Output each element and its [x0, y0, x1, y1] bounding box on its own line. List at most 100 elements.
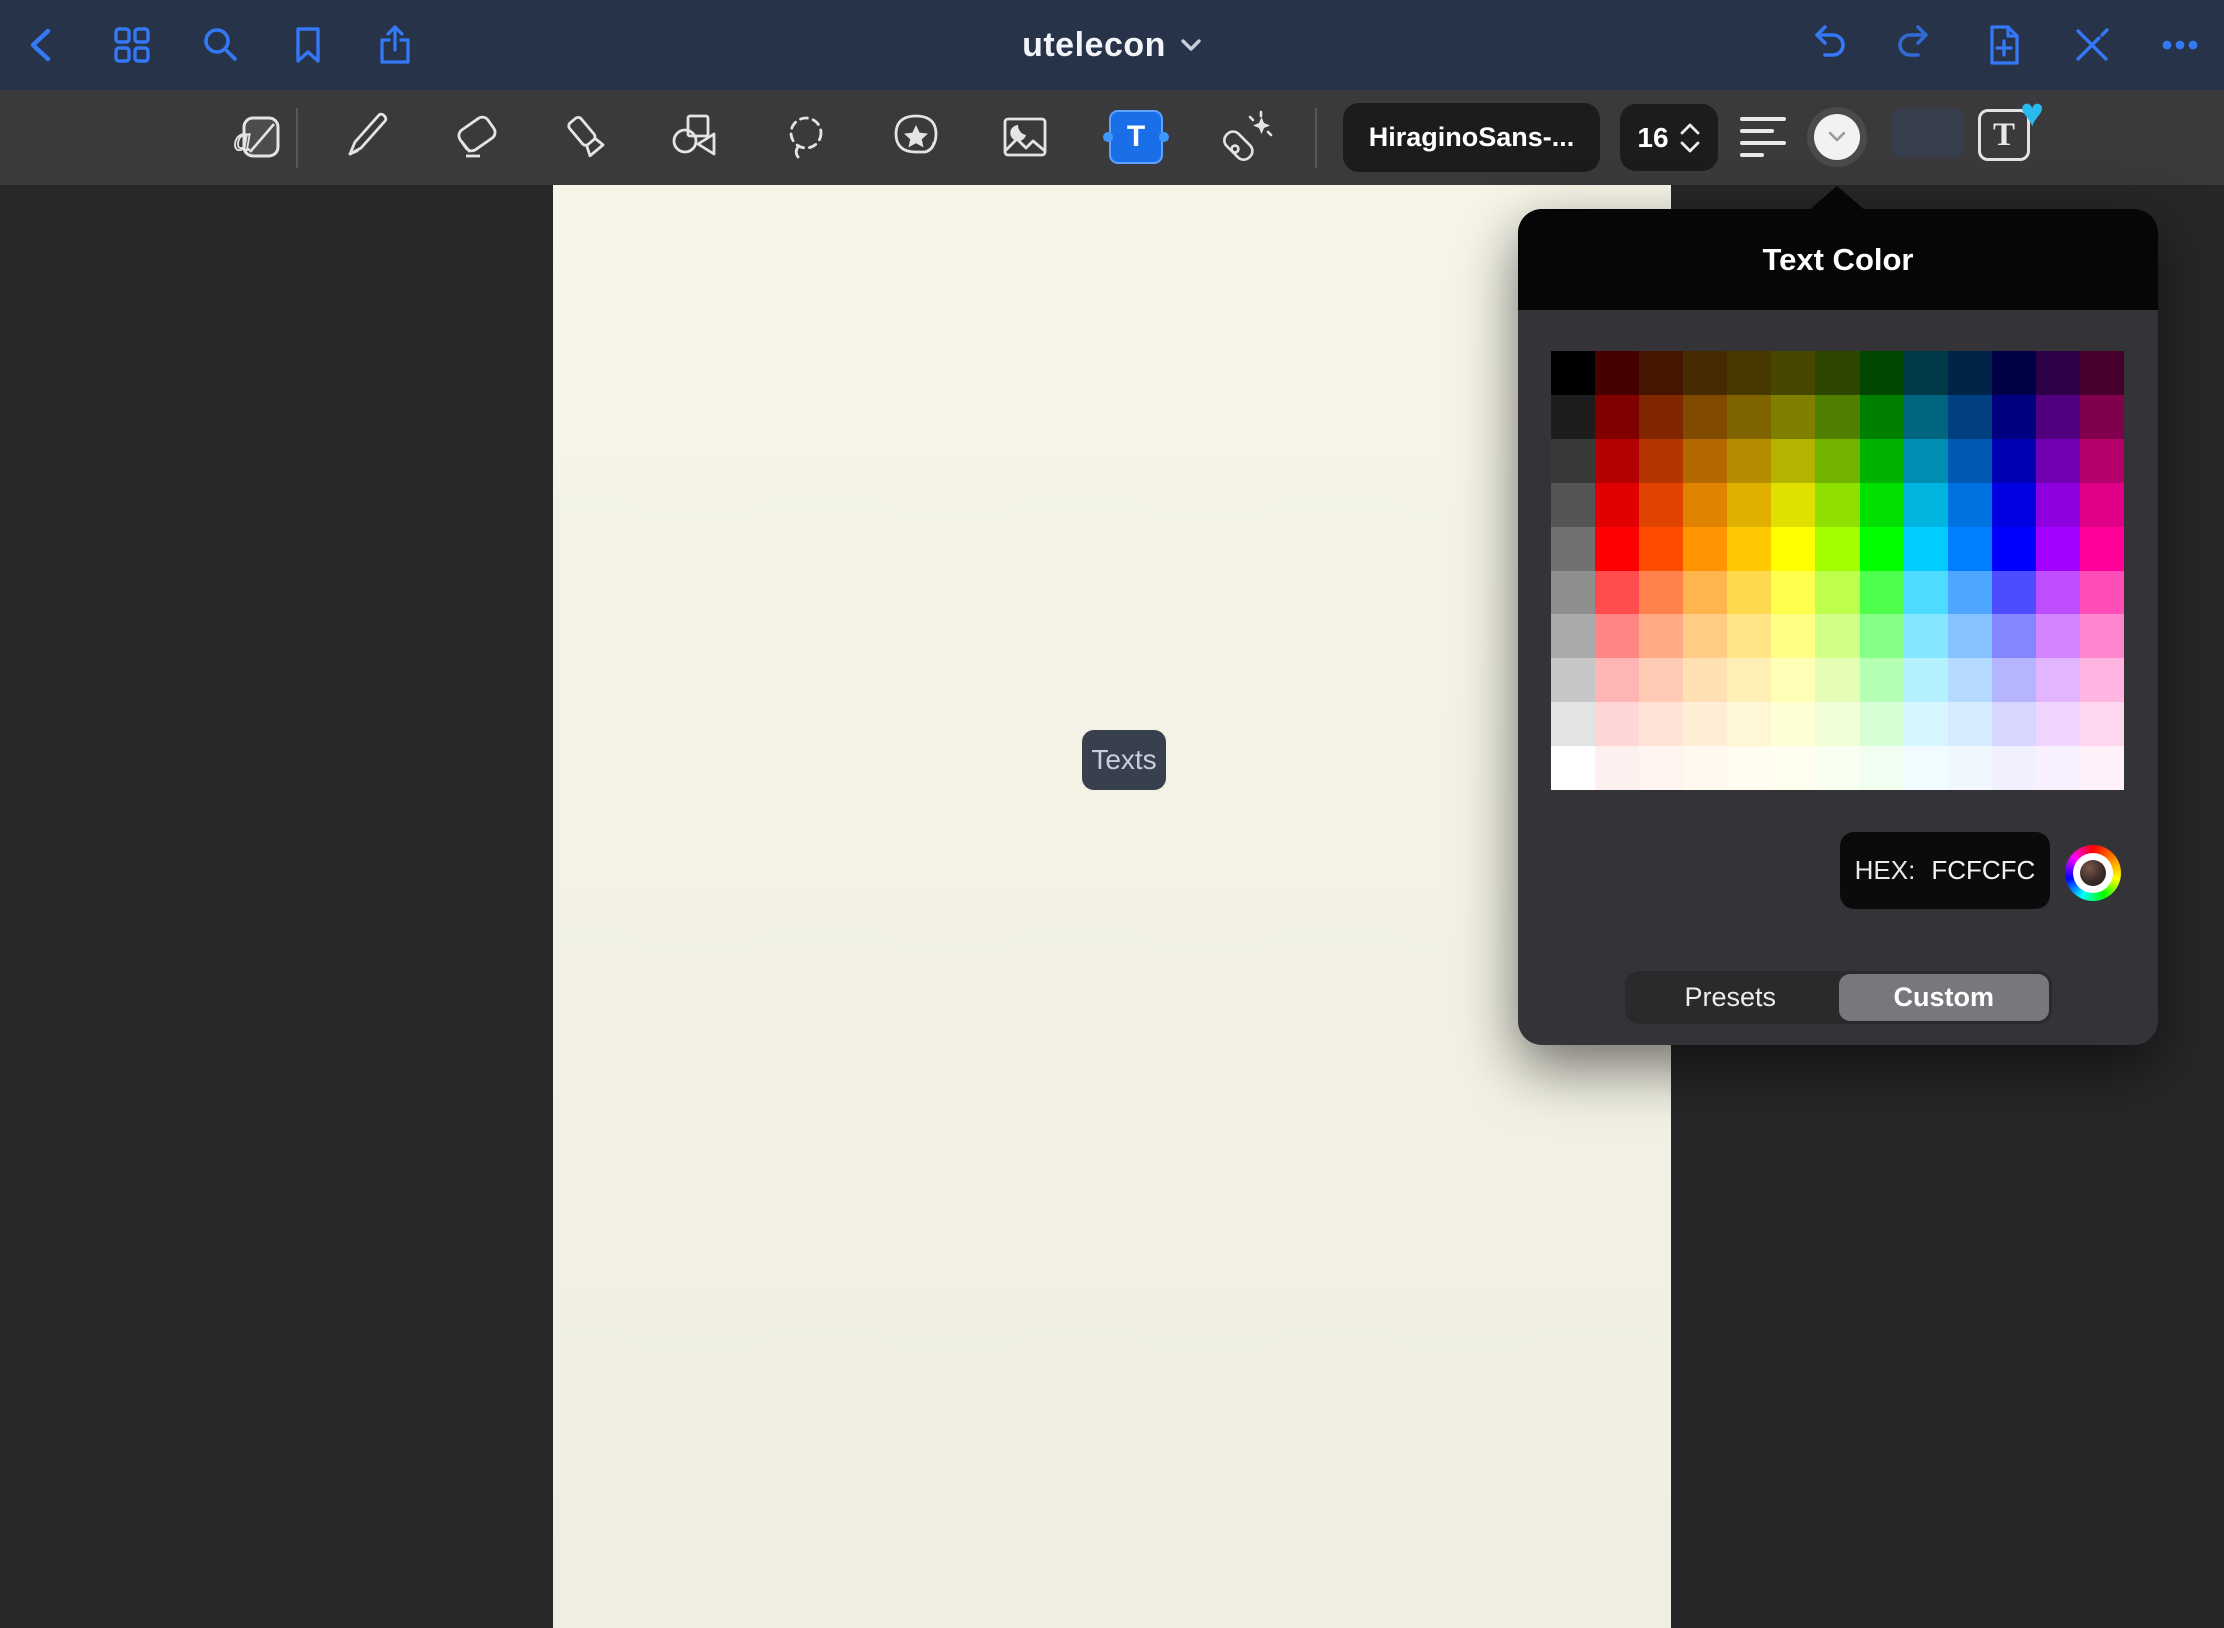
- color-swatch[interactable]: [1551, 746, 1595, 790]
- color-swatch[interactable]: [1860, 395, 1904, 439]
- color-swatch[interactable]: [1727, 439, 1771, 483]
- photo-tool[interactable]: [996, 108, 1054, 166]
- color-swatch[interactable]: [1595, 351, 1639, 395]
- share-icon[interactable]: [372, 22, 418, 68]
- color-swatch[interactable]: [1815, 527, 1859, 571]
- color-swatch[interactable]: [1992, 702, 2036, 746]
- color-swatch[interactable]: [1771, 746, 1815, 790]
- color-swatch[interactable]: [2080, 614, 2124, 658]
- back-icon[interactable]: [19, 22, 65, 68]
- laser-pointer-tool[interactable]: [1216, 108, 1274, 166]
- color-swatch[interactable]: [1683, 527, 1727, 571]
- color-swatch[interactable]: [2036, 483, 2080, 527]
- color-swatch[interactable]: [1683, 746, 1727, 790]
- color-swatch[interactable]: [1860, 614, 1904, 658]
- color-swatch[interactable]: [1815, 395, 1859, 439]
- color-swatch[interactable]: [1815, 483, 1859, 527]
- color-swatch[interactable]: [1551, 527, 1595, 571]
- color-swatch[interactable]: [2080, 527, 2124, 571]
- color-swatch[interactable]: [1860, 483, 1904, 527]
- color-swatch[interactable]: [1551, 439, 1595, 483]
- color-swatch[interactable]: [1639, 614, 1683, 658]
- add-page-icon[interactable]: [1981, 22, 2027, 68]
- color-swatch[interactable]: [1639, 483, 1683, 527]
- color-swatch[interactable]: [1860, 658, 1904, 702]
- color-swatch[interactable]: [1771, 439, 1815, 483]
- color-swatch[interactable]: [1551, 571, 1595, 615]
- color-swatch[interactable]: [1948, 746, 1992, 790]
- color-swatch[interactable]: [2036, 351, 2080, 395]
- color-swatch[interactable]: [1727, 658, 1771, 702]
- color-swatch[interactable]: [1683, 351, 1727, 395]
- color-swatch[interactable]: [1992, 571, 2036, 615]
- color-swatch[interactable]: [1595, 614, 1639, 658]
- color-swatch[interactable]: [1771, 395, 1815, 439]
- shapes-tool[interactable]: [665, 108, 723, 166]
- pen-tool[interactable]: [337, 108, 395, 166]
- text-align-button[interactable]: [1740, 114, 1786, 160]
- color-swatch[interactable]: [1904, 614, 1948, 658]
- color-swatch[interactable]: [1727, 571, 1771, 615]
- color-swatch[interactable]: [1948, 351, 1992, 395]
- color-swatch[interactable]: [1992, 658, 2036, 702]
- color-swatch[interactable]: [1992, 614, 2036, 658]
- color-swatch[interactable]: [1948, 395, 1992, 439]
- color-swatch[interactable]: [2080, 351, 2124, 395]
- color-swatch[interactable]: [1815, 658, 1859, 702]
- color-swatch[interactable]: [1771, 658, 1815, 702]
- color-swatch[interactable]: [2036, 614, 2080, 658]
- color-swatch[interactable]: [1771, 527, 1815, 571]
- color-swatch[interactable]: [1771, 571, 1815, 615]
- color-swatch[interactable]: [1683, 395, 1727, 439]
- color-swatch[interactable]: [1551, 351, 1595, 395]
- color-swatch[interactable]: [2080, 439, 2124, 483]
- color-swatch[interactable]: [1904, 439, 1948, 483]
- color-wheel-button[interactable]: [2065, 845, 2121, 901]
- color-swatch[interactable]: [1639, 702, 1683, 746]
- more-icon[interactable]: [2157, 22, 2203, 68]
- color-swatch[interactable]: [1551, 483, 1595, 527]
- color-swatch[interactable]: [1595, 746, 1639, 790]
- color-swatch[interactable]: [1771, 483, 1815, 527]
- color-swatch[interactable]: [1860, 571, 1904, 615]
- color-swatch[interactable]: [1992, 527, 2036, 571]
- color-swatch[interactable]: [1551, 395, 1595, 439]
- color-swatch[interactable]: [1639, 395, 1683, 439]
- document-title-dropdown[interactable]: utelecon: [962, 0, 1262, 90]
- tab-custom[interactable]: Custom: [1839, 974, 2050, 1021]
- color-swatch[interactable]: [1904, 483, 1948, 527]
- color-swatch[interactable]: [1815, 439, 1859, 483]
- color-swatch[interactable]: [1948, 658, 1992, 702]
- color-swatch[interactable]: [1727, 527, 1771, 571]
- color-swatch[interactable]: [1815, 614, 1859, 658]
- search-icon[interactable]: [197, 22, 243, 68]
- color-swatch[interactable]: [1992, 746, 2036, 790]
- elements-tool[interactable]: [887, 108, 945, 166]
- color-swatch[interactable]: [1595, 439, 1639, 483]
- color-swatch[interactable]: [1551, 614, 1595, 658]
- color-swatch[interactable]: [2036, 571, 2080, 615]
- pen-disabled-icon[interactable]: [2069, 22, 2115, 68]
- color-swatch[interactable]: [2036, 658, 2080, 702]
- color-swatch[interactable]: [1727, 746, 1771, 790]
- color-swatch[interactable]: [1639, 351, 1683, 395]
- color-swatch[interactable]: [1815, 746, 1859, 790]
- bookmark-icon[interactable]: [285, 22, 331, 68]
- color-swatch[interactable]: [1904, 351, 1948, 395]
- color-swatch[interactable]: [1815, 351, 1859, 395]
- font-family-button[interactable]: HiraginoSans-...: [1343, 103, 1600, 172]
- color-swatch[interactable]: [1904, 746, 1948, 790]
- color-swatch[interactable]: [1815, 702, 1859, 746]
- highlighter-tool[interactable]: [557, 108, 615, 166]
- color-swatch[interactable]: [2080, 702, 2124, 746]
- color-swatch[interactable]: [1727, 351, 1771, 395]
- color-swatch[interactable]: [2036, 395, 2080, 439]
- color-swatch[interactable]: [1948, 483, 1992, 527]
- color-swatch[interactable]: [1948, 614, 1992, 658]
- color-swatch[interactable]: [1904, 571, 1948, 615]
- color-swatch[interactable]: [1860, 439, 1904, 483]
- text-color-button[interactable]: [1807, 107, 1867, 167]
- color-swatch[interactable]: [1860, 746, 1904, 790]
- color-swatch[interactable]: [1860, 527, 1904, 571]
- color-swatch[interactable]: [1595, 702, 1639, 746]
